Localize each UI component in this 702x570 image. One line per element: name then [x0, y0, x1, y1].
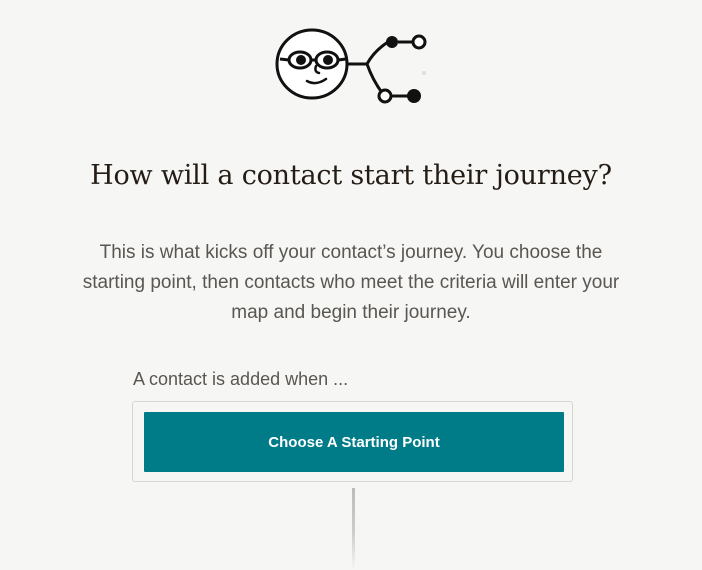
starting-point-card: Choose A Starting Point: [132, 401, 573, 482]
choose-starting-point-button[interactable]: Choose A Starting Point: [144, 412, 564, 472]
trigger-label: A contact is added when ...: [133, 369, 349, 389]
journey-connector-line: [352, 488, 355, 570]
journey-illustration-icon: [270, 26, 435, 110]
page-title: How will a contact start their journey?: [90, 160, 612, 191]
page-description: This is what kicks off your contact’s jo…: [82, 242, 620, 323]
